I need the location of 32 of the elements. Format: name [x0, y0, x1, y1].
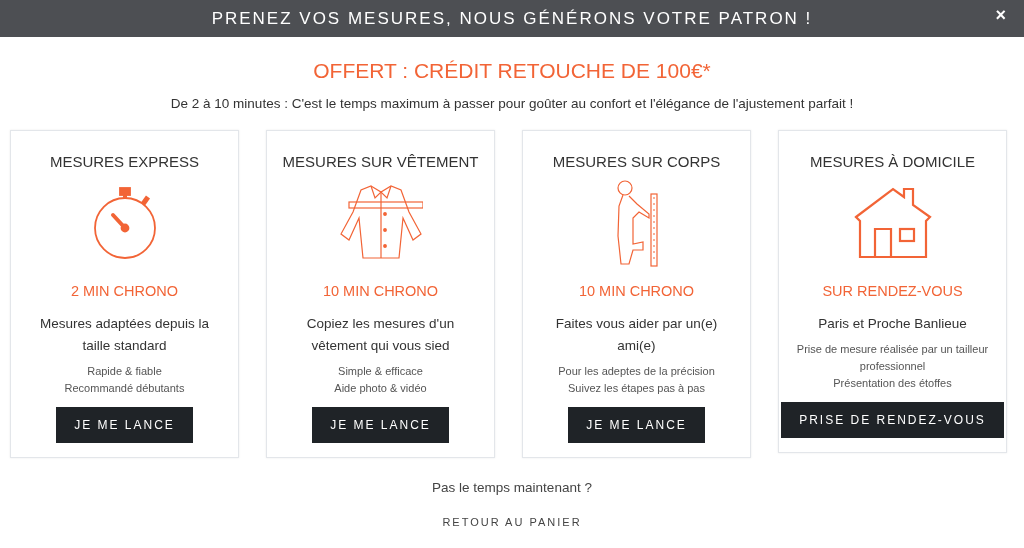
card-detail: Simple & efficace — [337, 364, 424, 379]
card-title: MESURES SUR VÊTEMENT — [282, 153, 479, 172]
card-detail: Pour les adeptes de la précision — [557, 364, 716, 379]
card-detail: Recommandé débutants — [63, 381, 186, 396]
intro-text: De 2 à 10 minutes : C'est le temps maximum à passer pour goûter au confort et l'élégance de l'ajustement parfait ! — [170, 95, 854, 113]
card-title: MESURES SUR CORPS — [552, 153, 721, 172]
duration-label: 10 MIN CHRONO — [578, 282, 695, 302]
card-description: Mesures adaptées depuis la taille standard — [39, 315, 210, 355]
banner-title: PRENEZ VOS MESURES, NOUS GÉNÉRONS VOTRE PATRON ! — [211, 7, 813, 30]
card-detail: Prise de mesure réalisée par un tailleur professionnel — [795, 342, 990, 374]
footer-question: Pas le temps maintenant ? — [432, 479, 592, 497]
card-description: Faites vous aider par un(e) ami(e) — [554, 315, 719, 355]
action-button[interactable]: JE ME LANCE — [568, 407, 705, 443]
stopwatch-icon — [91, 185, 158, 262]
duration-label: 2 MIN CHRONO — [70, 282, 179, 302]
offer-heading: OFFERT : CRÉDIT RETOUCHE DE 100€* — [313, 58, 711, 84]
duration-label: SUR RENDEZ-VOUS — [822, 282, 963, 302]
card-detail: Présentation des étoffes — [832, 376, 953, 391]
card-detail: Suivez les étapes pas à pas — [567, 381, 706, 396]
action-button[interactable]: JE ME LANCE — [56, 407, 193, 443]
house-icon — [852, 187, 933, 260]
back-to-cart-link[interactable]: RETOUR AU PANIER — [442, 514, 582, 531]
action-button[interactable]: PRISE DE RENDEZ-VOUS — [781, 402, 1004, 438]
card-detail: Rapide & fiable — [86, 364, 163, 379]
duration-label: 10 MIN CHRONO — [322, 282, 439, 302]
close-button[interactable]: × — [991, 6, 1010, 24]
card-detail: Aide photo & vidéo — [333, 381, 428, 396]
card-title: MESURES À DOMICILE — [810, 153, 975, 172]
card-title: MESURES EXPRESS — [49, 153, 200, 172]
card-description: Paris et Proche Banlieue — [817, 315, 968, 333]
card-description: Copiez les mesures d'un vêtement qui vous sied — [305, 315, 456, 355]
action-button[interactable]: JE ME LANCE — [312, 407, 449, 443]
